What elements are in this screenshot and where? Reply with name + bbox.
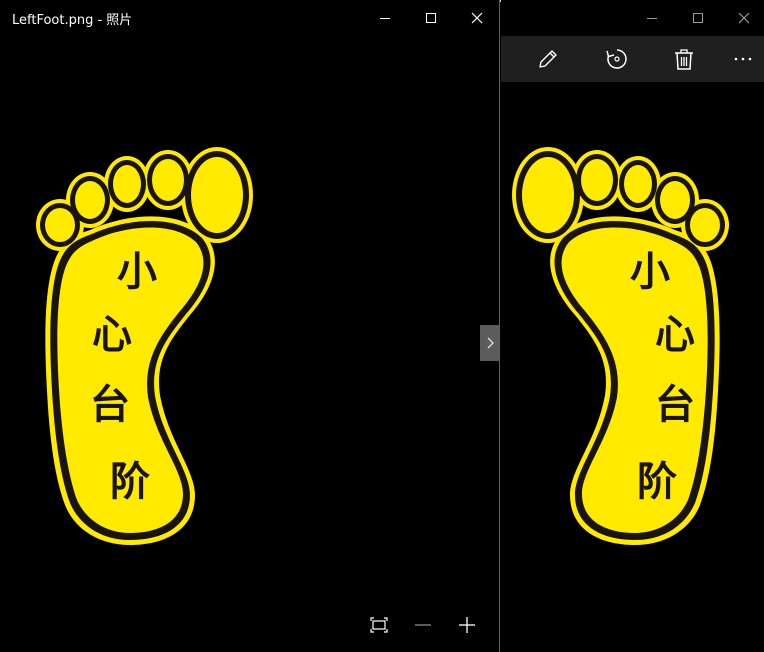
- zoom-out-button[interactable]: [409, 612, 437, 638]
- maximize-button-right[interactable]: [675, 0, 721, 36]
- window-title: LeftFoot.png - 照片: [12, 13, 133, 28]
- zoom-in-icon: [459, 617, 475, 633]
- right-foot-image: 小 心 台 阶: [512, 147, 729, 545]
- foot-char-1: 小: [630, 249, 670, 295]
- minimize-button-right[interactable]: [629, 0, 675, 36]
- rotate-button[interactable]: [594, 36, 640, 82]
- foot-char-3: 台: [655, 382, 695, 428]
- close-button-right[interactable]: [721, 0, 764, 36]
- maximize-icon: [426, 13, 436, 23]
- photos-window-left: LeftFoot.png - 照片 小 心 台 阶: [0, 0, 500, 652]
- maximize-icon: [693, 13, 703, 23]
- foot-char-2: 心: [92, 312, 132, 358]
- minimize-icon: [647, 18, 657, 19]
- photo-toolbar: [501, 36, 764, 82]
- edit-pencil-icon: [539, 50, 557, 68]
- image-canvas[interactable]: 小 心 台 阶: [0, 36, 499, 652]
- edit-button[interactable]: [525, 36, 571, 82]
- foot-char-1: 小: [117, 249, 157, 295]
- delete-icon: [675, 49, 693, 70]
- fit-to-window-button[interactable]: [365, 612, 393, 638]
- maximize-button[interactable]: [408, 0, 454, 36]
- fit-to-window-icon: [370, 617, 388, 633]
- minimize-button[interactable]: [362, 0, 408, 36]
- minimize-icon: [380, 18, 390, 19]
- next-image-button[interactable]: [480, 325, 499, 361]
- foot-char-2: 心: [655, 312, 695, 358]
- rotate-icon: [606, 49, 627, 69]
- zoom-out-icon: [415, 624, 431, 626]
- foot-char-4: 阶: [110, 459, 150, 505]
- foot-char-3: 台: [90, 382, 130, 428]
- title-bar[interactable]: LeftFoot.png - 照片: [0, 0, 499, 36]
- foot-char-4: 阶: [637, 459, 677, 505]
- photos-window-right: 小 心 台 阶: [501, 0, 764, 652]
- chevron-right-icon: [487, 337, 494, 349]
- delete-button[interactable]: [661, 36, 707, 82]
- zoom-in-button[interactable]: [453, 612, 481, 638]
- more-button[interactable]: [720, 36, 764, 82]
- more-icon: [734, 57, 752, 61]
- title-bar-right[interactable]: [501, 0, 764, 36]
- left-foot-image: 小 心 台 阶: [36, 147, 253, 545]
- close-button[interactable]: [454, 0, 499, 36]
- image-canvas-right[interactable]: 小 心 台 阶: [501, 82, 764, 652]
- close-icon: [738, 12, 750, 24]
- close-icon: [471, 12, 483, 24]
